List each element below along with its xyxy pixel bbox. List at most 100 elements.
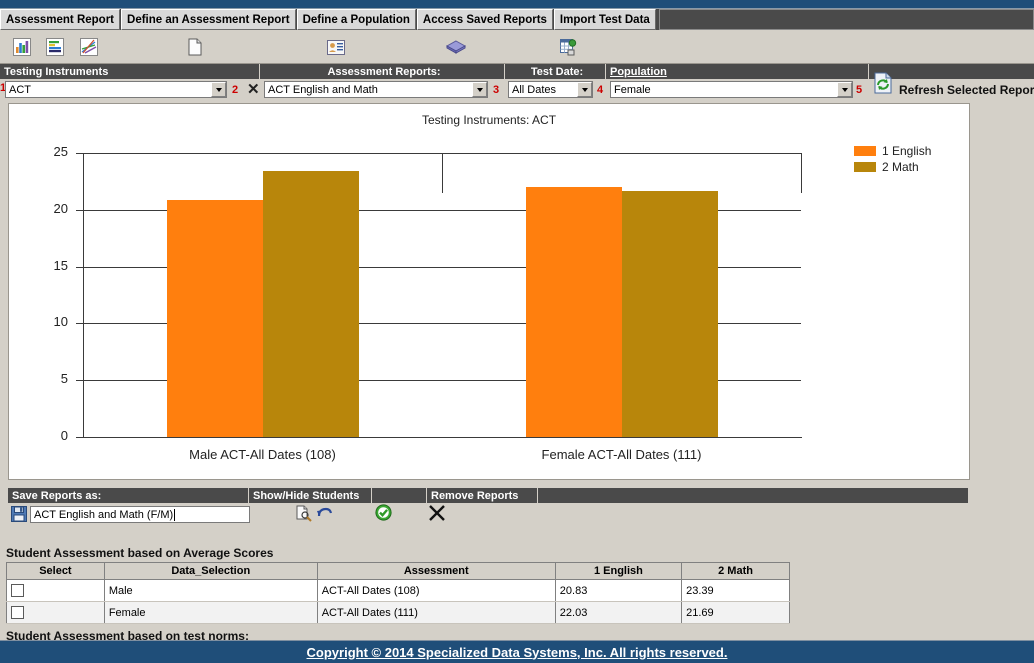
plot-right-tick — [801, 153, 802, 193]
show-hide-students-icon[interactable] — [295, 505, 312, 525]
document-icon[interactable] — [183, 35, 207, 59]
x-axis-line — [83, 437, 802, 438]
y-tick-mark — [76, 380, 83, 381]
y-tick-label: 15 — [38, 258, 68, 273]
y-tick-mark — [76, 210, 83, 211]
population-label-strip: Population — [606, 64, 868, 79]
population-value: Female — [614, 84, 837, 96]
refresh-selected-report-button[interactable] — [873, 72, 893, 97]
cell-english: 20.83 — [555, 580, 681, 602]
col-math[interactable]: 2 Math — [682, 563, 790, 580]
col-data-selection[interactable]: Data_Selection — [104, 563, 317, 580]
marker-5: 5 — [856, 84, 862, 96]
chevron-down-icon[interactable] — [837, 82, 852, 97]
filter-bar: Testing Instruments Assessment Reports: … — [0, 64, 1034, 100]
scatter-chart-icon[interactable] — [77, 35, 101, 59]
population-label: Population — [610, 66, 667, 78]
chevron-down-icon[interactable] — [211, 82, 226, 97]
testing-instruments-label: Testing Instruments — [0, 64, 259, 79]
save-disk-icon[interactable] — [11, 506, 27, 525]
row-select-checkbox[interactable] — [11, 584, 24, 597]
title-strip — [0, 0, 1034, 9]
tab-access-saved-reports[interactable]: Access Saved Reports — [417, 9, 553, 30]
cell-assessment: ACT-All Dates (108) — [317, 580, 555, 602]
assessment-reports-label: Assessment Reports: — [260, 64, 504, 79]
x-category-label: Female ACT-All Dates (111) — [442, 447, 801, 462]
testing-instruments-select[interactable]: ACT — [5, 81, 227, 98]
population-select[interactable]: Female — [610, 81, 853, 98]
test-date-select[interactable]: All Dates — [508, 81, 593, 98]
test-date-value: All Dates — [512, 84, 577, 96]
horizontal-bar-chart-icon[interactable] — [43, 35, 67, 59]
category-separator — [442, 153, 443, 193]
y-tick-label: 0 — [38, 428, 68, 443]
y-axis-line — [83, 153, 84, 438]
cell-data-selection: Male — [104, 580, 317, 602]
tab-define-population[interactable]: Define a Population — [297, 9, 416, 30]
cell-math: 23.39 — [682, 580, 790, 602]
assessment-reports-select[interactable]: ACT English and Math — [264, 81, 488, 98]
copyright-link[interactable]: Copyright © 2014 Specialized Data System… — [307, 645, 728, 660]
tab-define-assessment-report[interactable]: Define an Assessment Report — [121, 9, 296, 30]
avg-scores-title: Student Assessment based on Average Scor… — [6, 546, 273, 560]
savebar-spacer-2 — [538, 488, 968, 503]
cell-math: 21.69 — [682, 602, 790, 624]
chart-plot-area: 0510152025Male ACT-All Dates (108)Female… — [9, 104, 969, 479]
test-date-label: Test Date: — [505, 64, 605, 79]
col-assessment[interactable]: Assessment — [317, 563, 555, 580]
save-report-name-input[interactable]: ACT English and Math (F/M) — [30, 506, 250, 523]
table-row[interactable]: MaleACT-All Dates (108)20.8323.39 — [7, 580, 790, 602]
chart-bar[interactable] — [167, 200, 263, 437]
marker-2: 2 — [232, 84, 238, 96]
y-tick-label: 5 — [38, 371, 68, 386]
y-tick-mark — [76, 153, 83, 154]
testing-instruments-value: ACT — [9, 84, 211, 96]
clear-selection-x-icon[interactable]: ✕ — [247, 82, 260, 97]
remove-reports-x-icon[interactable] — [428, 504, 446, 525]
save-reports-bar: Save Reports as: Show/Hide Students Remo… — [8, 488, 968, 526]
assessment-reports-value: ACT English and Math — [268, 84, 472, 96]
application-window: Assessment Report Define an Assessment R… — [0, 0, 1034, 663]
y-tick-mark — [76, 323, 83, 324]
y-tick-label: 10 — [38, 314, 68, 329]
avg-scores-table: Select Data_Selection Assessment 1 Engli… — [6, 562, 790, 624]
y-tick-mark — [76, 437, 83, 438]
chart-bar[interactable] — [526, 187, 622, 437]
student-card-icon[interactable] — [324, 35, 348, 59]
refresh-label-strip — [869, 64, 1034, 79]
marker-3: 3 — [493, 84, 499, 96]
remove-reports-label: Remove Reports — [427, 488, 537, 503]
savebar-spacer-1 — [372, 488, 426, 503]
cell-select[interactable] — [7, 602, 105, 624]
chevron-down-icon[interactable] — [577, 82, 592, 97]
cell-select[interactable] — [7, 580, 105, 602]
col-select[interactable]: Select — [7, 563, 105, 580]
undo-icon[interactable] — [316, 506, 332, 524]
col-english[interactable]: 1 English — [555, 563, 681, 580]
confirm-check-icon[interactable] — [375, 504, 392, 524]
tab-assessment-report[interactable]: Assessment Report — [0, 9, 120, 30]
book-icon[interactable] — [444, 35, 468, 59]
show-hide-students-label: Show/Hide Students — [249, 488, 371, 503]
chart-bar[interactable] — [263, 171, 359, 437]
row-select-checkbox[interactable] — [11, 606, 24, 619]
y-tick-mark — [76, 267, 83, 268]
bar-chart-icon[interactable] — [10, 35, 34, 59]
table-row[interactable]: FemaleACT-All Dates (111)22.0321.69 — [7, 602, 790, 624]
chart-bar[interactable] — [622, 191, 718, 437]
chart-panel: Testing Instruments: ACT 1 English 2 Mat… — [8, 103, 970, 480]
x-category-label: Male ACT-All Dates (108) — [83, 447, 442, 462]
icon-toolbar — [0, 30, 1034, 64]
refresh-selected-report-label[interactable]: Refresh Selected Report — [899, 83, 1034, 97]
marker-4: 4 — [597, 84, 603, 96]
tab-bar-filler — [659, 9, 1034, 30]
save-report-name-value: ACT English and Math (F/M) — [34, 509, 173, 521]
chevron-down-icon[interactable] — [472, 82, 487, 97]
y-tick-label: 25 — [38, 144, 68, 159]
table-header-row: Select Data_Selection Assessment 1 Engli… — [7, 563, 790, 580]
tab-import-test-data[interactable]: Import Test Data — [554, 9, 656, 30]
spreadsheet-export-icon[interactable] — [556, 35, 580, 59]
cell-assessment: ACT-All Dates (111) — [317, 602, 555, 624]
save-reports-as-label: Save Reports as: — [8, 488, 248, 503]
cell-english: 22.03 — [555, 602, 681, 624]
